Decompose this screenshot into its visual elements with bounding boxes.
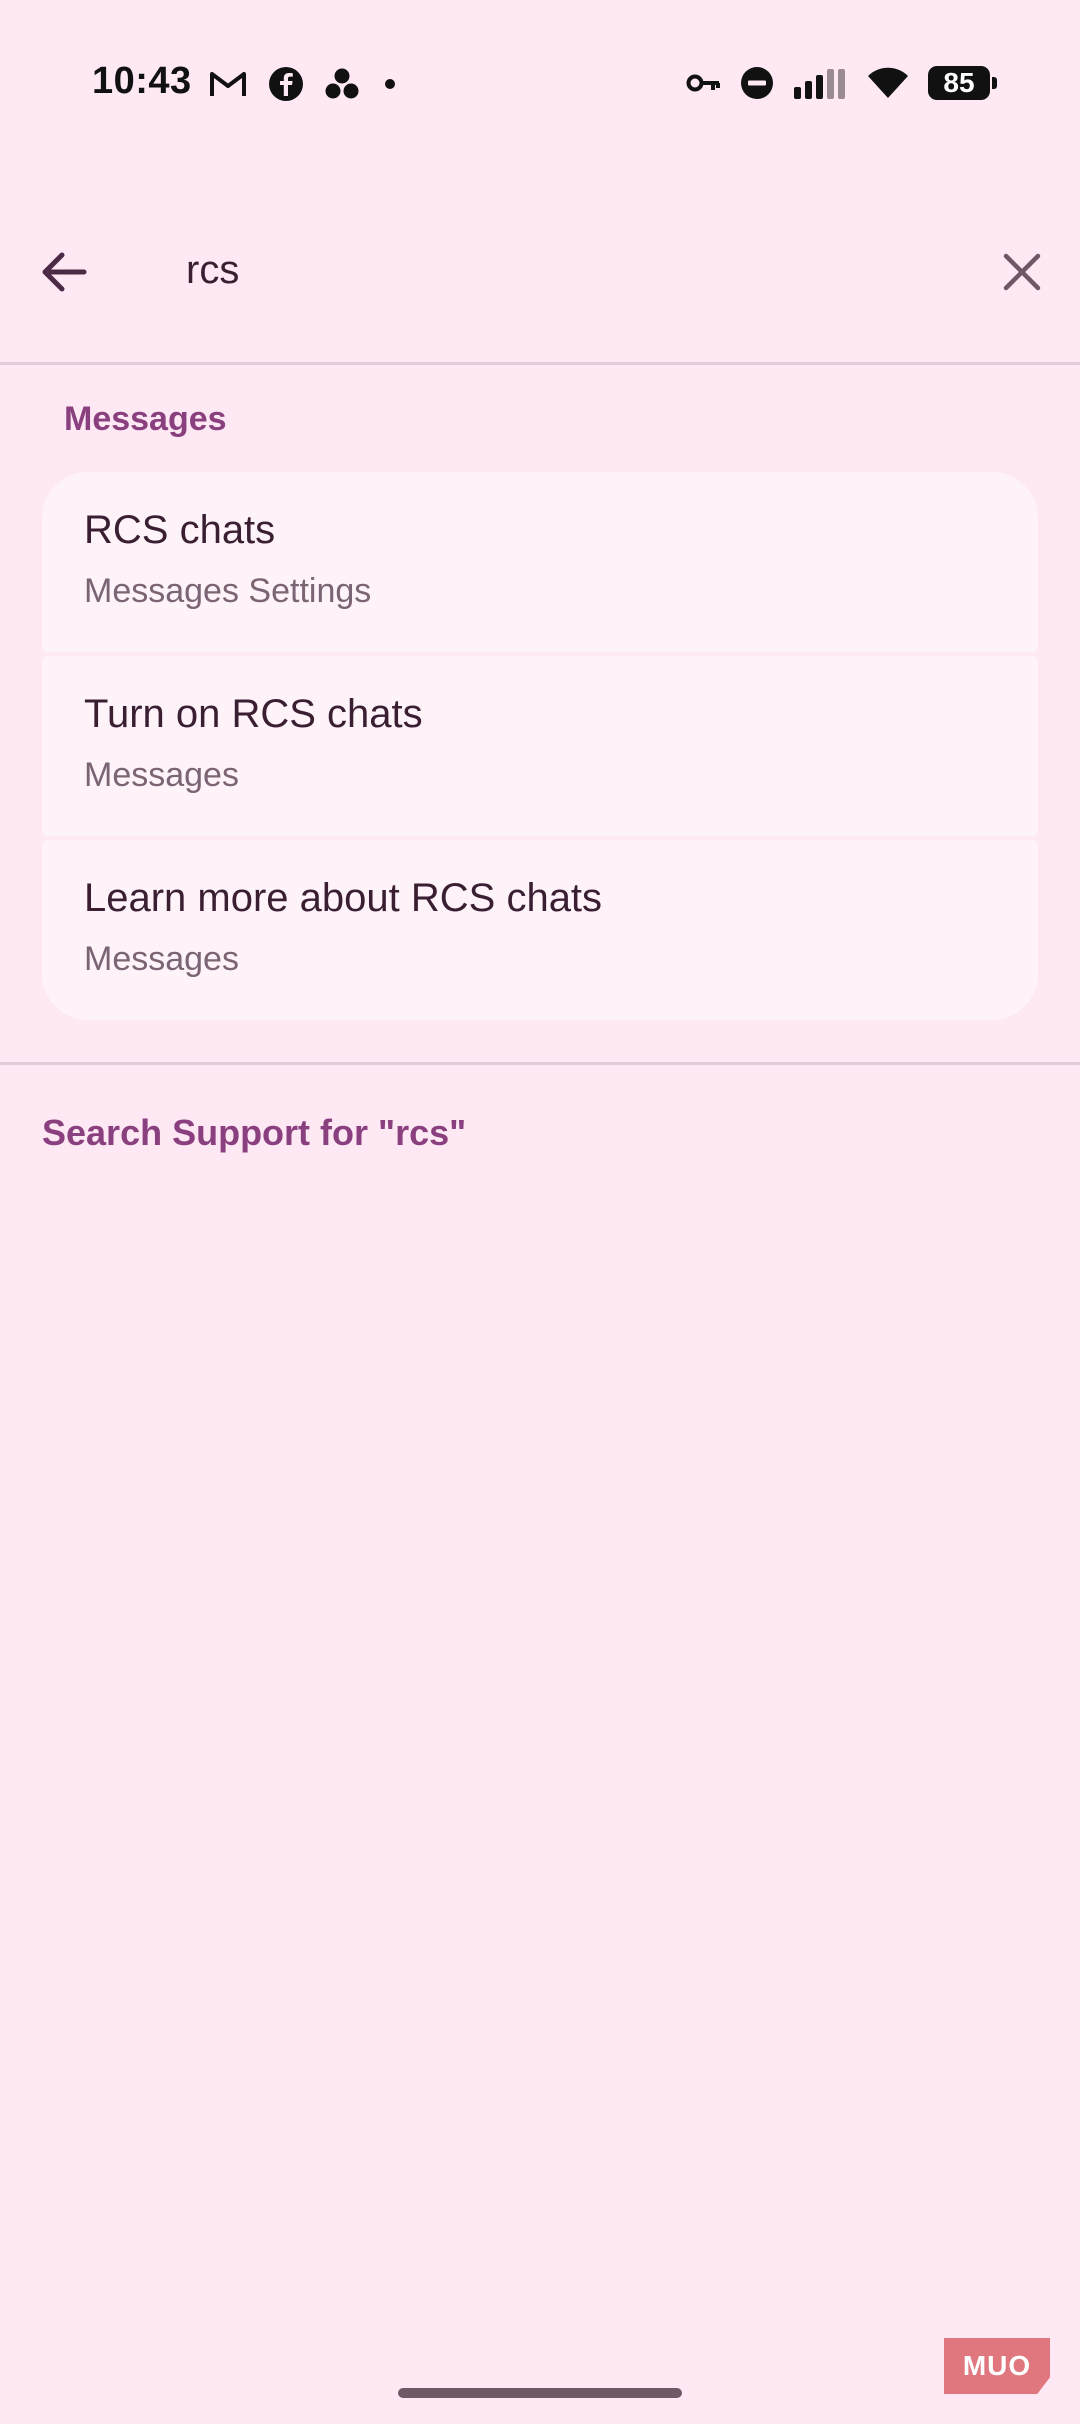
status-time: 10:43	[92, 60, 192, 102]
system-icons: 85	[686, 66, 997, 100]
result-title: RCS chats	[84, 508, 276, 552]
section-header-messages: Messages	[64, 400, 227, 438]
facebook-icon	[268, 66, 304, 102]
result-subtitle: Messages Settings	[84, 572, 372, 610]
gmail-icon	[208, 68, 248, 100]
arrow-left-icon	[40, 250, 88, 294]
search-support-link[interactable]: Search Support for "rcs"	[42, 1112, 466, 1154]
signal-icon	[792, 67, 848, 99]
search-divider	[0, 362, 1080, 365]
clear-search-button[interactable]	[986, 236, 1058, 308]
notification-icons	[208, 66, 400, 102]
watermark-logo: MUO	[944, 2338, 1050, 2394]
back-button[interactable]	[28, 236, 100, 308]
battery-icon: 85	[928, 66, 997, 100]
result-subtitle: Messages	[84, 756, 239, 794]
close-icon	[1002, 252, 1042, 292]
search-input[interactable]	[186, 240, 946, 300]
result-item-turn-on-rcs[interactable]: Turn on RCS chats Messages	[42, 656, 1038, 836]
app-dots-icon	[324, 67, 360, 101]
result-subtitle: Messages	[84, 940, 239, 978]
dnd-icon	[740, 66, 774, 100]
dot-icon	[380, 74, 400, 94]
vpn-key-icon	[686, 71, 722, 95]
result-title: Learn more about RCS chats	[84, 876, 603, 920]
results-divider	[0, 1062, 1080, 1065]
results-card: RCS chats Messages Settings Turn on RCS …	[42, 472, 1038, 1020]
battery-level: 85	[943, 67, 975, 98]
search-bar	[0, 210, 1080, 330]
wifi-icon	[866, 66, 910, 100]
result-item-learn-more-rcs[interactable]: Learn more about RCS chats Messages	[42, 840, 1038, 1020]
home-indicator[interactable]	[398, 2388, 682, 2398]
status-bar: 10:43 85	[0, 0, 1080, 176]
result-item-rcs-chats[interactable]: RCS chats Messages Settings	[42, 472, 1038, 652]
watermark-text: MUO	[962, 2350, 1032, 2381]
result-title: Turn on RCS chats	[84, 692, 423, 736]
